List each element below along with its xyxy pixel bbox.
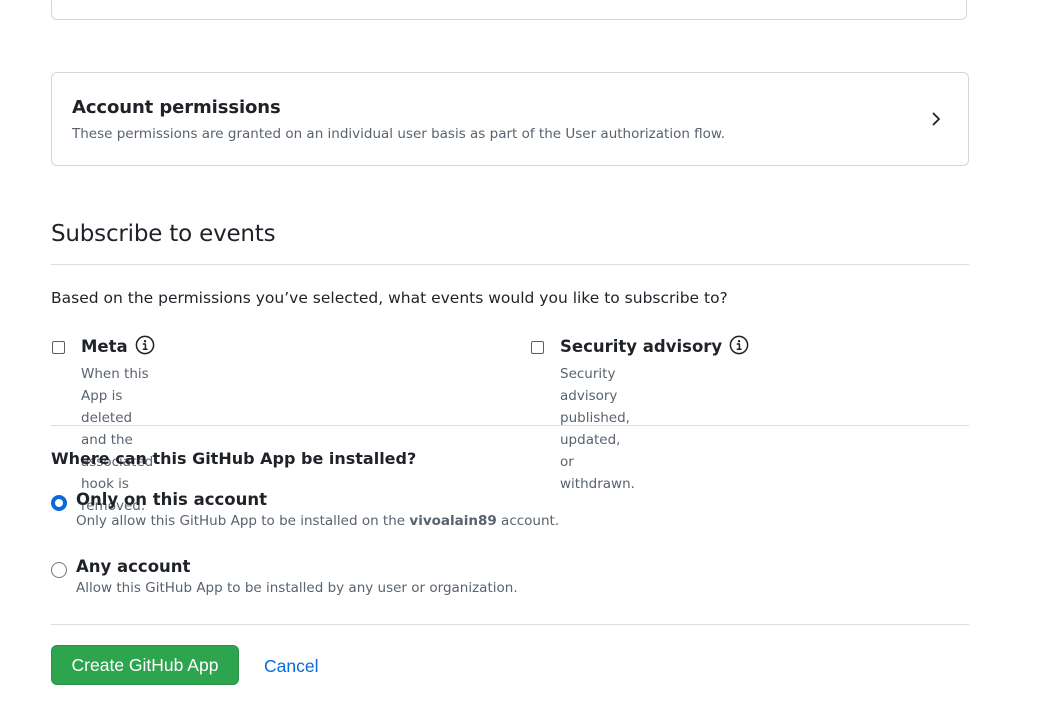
subscribe-question: Based on the permissions you’ve selected… [51,289,728,307]
any-account-label[interactable]: Any account [76,557,190,576]
chevron-right-icon[interactable] [928,111,944,127]
only-this-account-description: Only allow this GitHub App to be install… [76,513,559,529]
subscribe-section-title: Subscribe to events [51,221,276,247]
event-security-advisory-description-line1: Security advisory published, updated, or… [560,366,635,492]
info-icon[interactable] [135,335,155,355]
previous-permissions-box [51,0,967,20]
event-meta-description-line1: When this App is deleted and the associa… [81,366,154,492]
only-this-account-label[interactable]: Only on this account [76,490,267,509]
any-account-description: Allow this GitHub App to be installed by… [76,580,518,596]
section-divider [51,425,969,426]
meta-checkbox[interactable] [52,341,65,354]
section-divider [51,264,969,265]
account-permissions-description: These permissions are granted on an indi… [72,126,726,142]
event-meta-label: Meta [81,337,128,356]
any-account-radio[interactable] [51,562,67,578]
security-advisory-checkbox[interactable] [531,341,544,354]
section-divider [51,624,969,625]
account-permissions-title: Account permissions [72,97,281,118]
cancel-link[interactable]: Cancel [264,656,318,677]
only-this-account-radio[interactable] [51,495,67,511]
event-security-advisory-description: Security advisory published, updated, or… [560,363,635,495]
event-meta-label-row: Meta [81,335,155,356]
account-name: vivoalain89 [409,513,497,529]
only-this-account-description-suffix: account. [496,513,560,529]
install-location-title: Where can this GitHub App be installed? [51,449,417,468]
only-this-account-description-prefix: Only allow this GitHub App to be install… [76,513,410,529]
account-permissions-box[interactable]: Account permissions These permissions ar… [51,72,969,166]
event-security-advisory-label: Security advisory [560,337,723,356]
info-icon[interactable] [729,335,749,355]
create-github-app-button[interactable]: Create GitHub App [51,645,239,685]
event-security-advisory-label-row: Security advisory [560,335,749,356]
